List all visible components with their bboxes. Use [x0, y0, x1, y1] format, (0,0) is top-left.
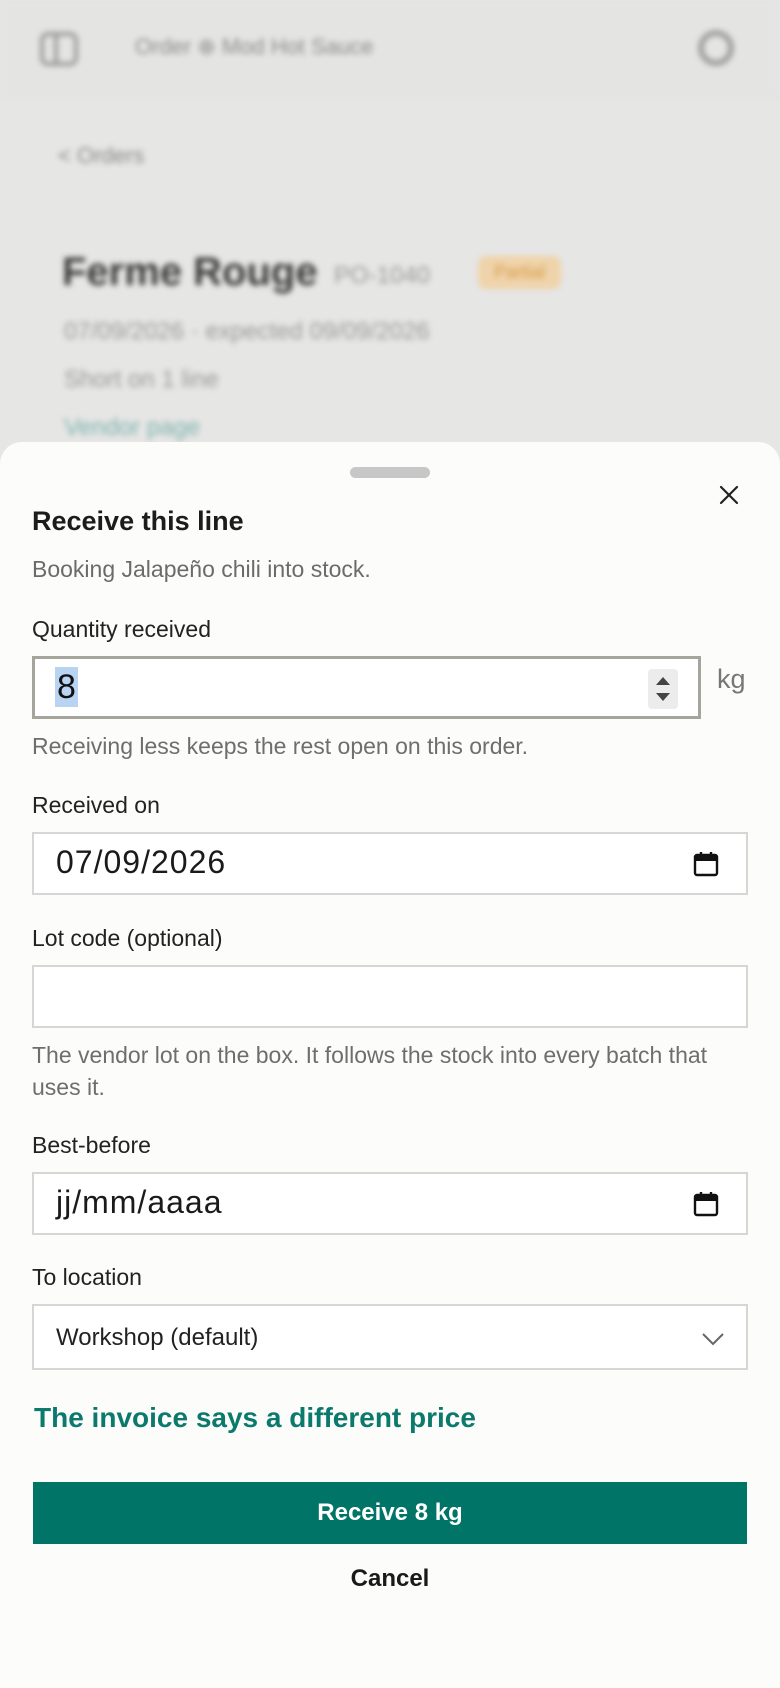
- lot-code-input[interactable]: [32, 965, 748, 1028]
- to-location-select[interactable]: Workshop (default): [32, 1304, 748, 1370]
- best-before-placeholder: jj/mm/aaaa: [56, 1184, 223, 1220]
- order-dates: 07/09/2026 · expected 09/09/2026: [64, 318, 430, 345]
- different-price-link[interactable]: The invoice says a different price: [34, 1402, 476, 1434]
- best-before-label: Best-before: [32, 1132, 151, 1158]
- receive-line-sheet: Receive this line Booking Jalapeño chili…: [0, 442, 780, 1688]
- sheet-grab-handle[interactable]: [350, 467, 430, 478]
- quantity-stepper[interactable]: [648, 669, 678, 709]
- back-link: < Orders: [58, 143, 145, 168]
- sheet-title: Receive this line: [32, 506, 244, 536]
- cancel-button[interactable]: Cancel: [290, 1556, 490, 1602]
- menu-icon: [40, 32, 78, 66]
- status-badge: Partial: [478, 256, 562, 289]
- lot-code-help: The vendor lot on the box. It follows th…: [32, 1042, 708, 1100]
- short-note: Short on 1 line: [64, 366, 219, 393]
- settings-icon: [698, 30, 734, 66]
- received-on-input[interactable]: 07/09/2026: [32, 832, 748, 895]
- quantity-help: Receiving less keeps the rest open on th…: [32, 733, 529, 759]
- best-before-input[interactable]: jj/mm/aaaa: [32, 1172, 748, 1235]
- vendor-name: Ferme Rouge: [62, 250, 318, 294]
- lot-code-label: Lot code (optional): [32, 925, 223, 951]
- stepper-down-icon[interactable]: [656, 693, 670, 701]
- po-number: PO-1040: [334, 262, 431, 289]
- header-title: Order ⊕ Mod Hot Sauce: [135, 34, 374, 59]
- close-button[interactable]: [713, 479, 745, 511]
- quantity-value: 8: [55, 667, 78, 707]
- to-location-value: Workshop (default): [56, 1324, 259, 1351]
- calendar-icon[interactable]: [692, 850, 720, 878]
- quantity-unit: kg: [717, 664, 746, 694]
- quantity-label: Quantity received: [32, 616, 211, 642]
- calendar-icon[interactable]: [692, 1190, 720, 1218]
- top-bar: Order ⊕ Mod Hot Sauce: [0, 0, 780, 96]
- to-location-label: To location: [32, 1264, 142, 1290]
- close-icon: [719, 485, 739, 505]
- vendor-page-link: Vendor page: [64, 414, 201, 441]
- quantity-input[interactable]: 8: [32, 656, 701, 719]
- received-on-value: 07/09/2026: [56, 844, 227, 880]
- background-page: Order ⊕ Mod Hot Sauce < Orders Ferme Rou…: [0, 0, 780, 460]
- chevron-down-icon: [702, 1333, 724, 1346]
- received-on-label: Received on: [32, 792, 160, 818]
- receive-button[interactable]: Receive 8 kg: [33, 1482, 747, 1544]
- stepper-up-icon[interactable]: [656, 677, 670, 685]
- sheet-subtitle: Booking Jalapeño chili into stock.: [32, 556, 371, 582]
